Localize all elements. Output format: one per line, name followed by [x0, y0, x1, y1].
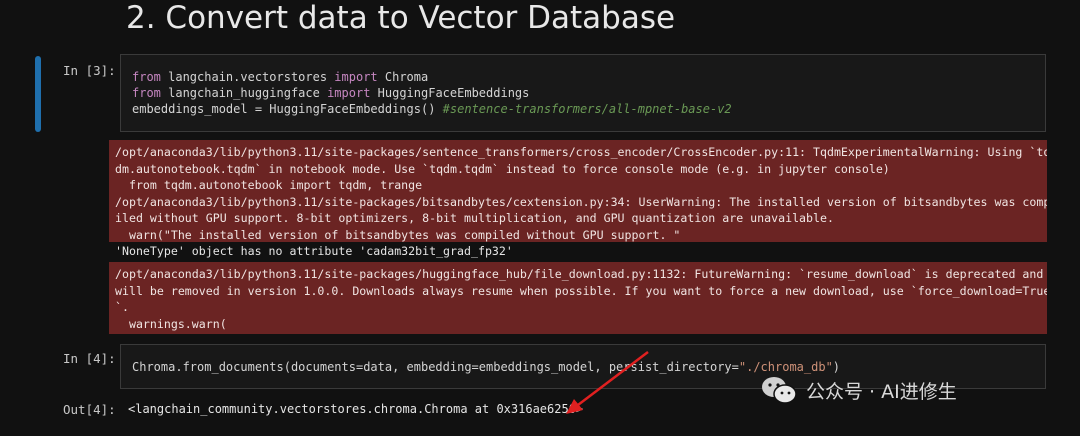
keyword: import — [327, 86, 371, 100]
keyword: from — [132, 86, 161, 100]
cell-4-prompt: In [4]: — [63, 351, 116, 366]
code-line-3: embeddings_model = HuggingFaceEmbeddings… — [132, 101, 1034, 117]
code-line-1: from langchain.vectorstores import Chrom… — [132, 69, 1034, 85]
cell-3-prompt: In [3]: — [63, 63, 116, 78]
code-line-2: from langchain_huggingface import Huggin… — [132, 85, 1034, 101]
import-name: Chroma — [377, 70, 429, 84]
keyword: import — [334, 70, 378, 84]
module-name: langchain.vectorstores — [160, 70, 335, 84]
cell-3-stderr-output-2: /opt/anaconda3/lib/python3.11/site-packa… — [109, 262, 1047, 334]
watermark-text: 公众号 · AI进修生 — [806, 380, 957, 403]
section-heading: 2. Convert data to Vector Database — [126, 0, 676, 36]
active-cell-indicator — [35, 56, 41, 132]
import-name: HuggingFaceEmbeddings — [370, 86, 530, 100]
wechat-logo-icon — [762, 377, 797, 404]
code-string: "./chroma_db" — [738, 360, 833, 374]
code-text: Chroma.from_documents(documents=data, em… — [132, 360, 739, 374]
code-comment: #sentence-transformers/all-mpnet-base-v2 — [442, 102, 732, 116]
code-text: embeddings_model = HuggingFaceEmbeddings… — [132, 102, 443, 116]
watermark: 公众号 · AI进修生 — [760, 375, 957, 405]
cell-3-code-editor[interactable]: from langchain.vectorstores import Chrom… — [120, 54, 1046, 132]
cell-4-out-prompt: Out[4]: — [63, 402, 116, 417]
cell-3-stdout-output: 'NoneType' object has no attribute 'cada… — [115, 244, 513, 258]
keyword: from — [132, 70, 161, 84]
cell-3-stderr-output-1: /opt/anaconda3/lib/python3.11/site-packa… — [109, 140, 1047, 242]
module-name: langchain_huggingface — [160, 86, 328, 100]
cell-4-output-value: <langchain_community.vectorstores.chroma… — [128, 402, 584, 416]
code-text: ) — [832, 360, 841, 374]
